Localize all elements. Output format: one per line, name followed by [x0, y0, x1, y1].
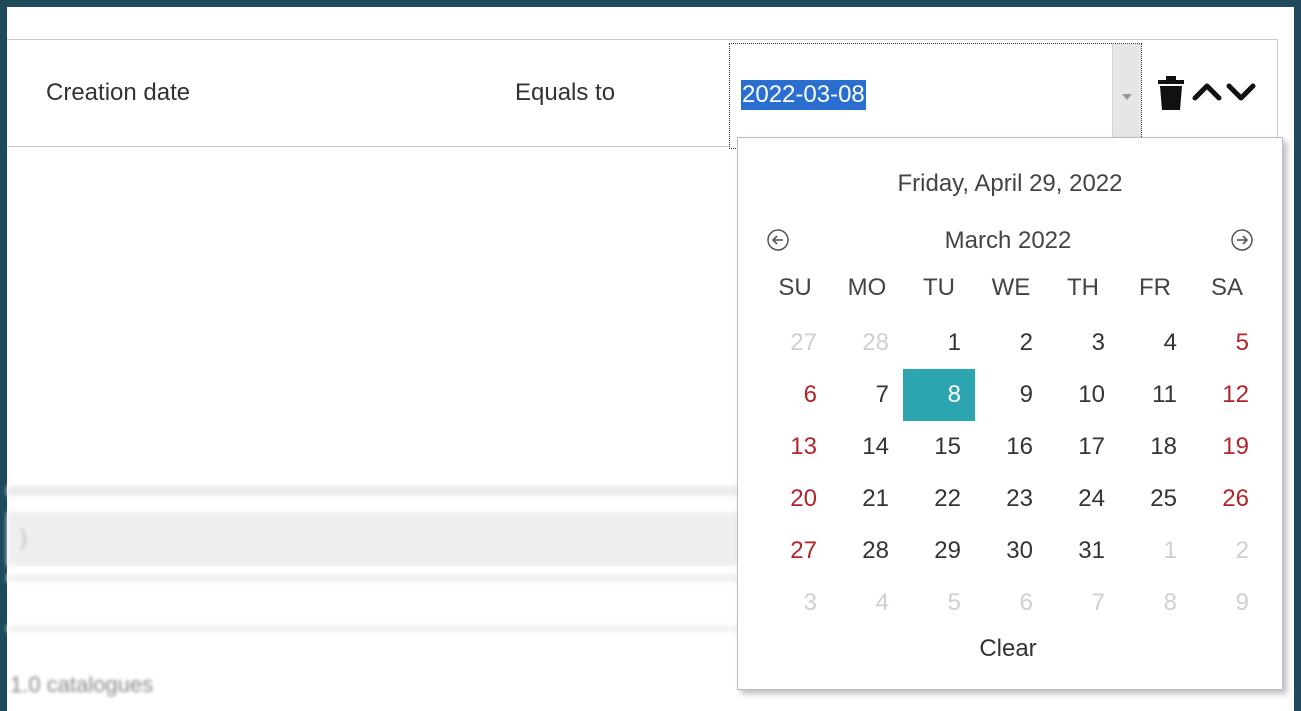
calendar-day[interactable]: 27 — [759, 525, 831, 577]
calendar-day[interactable]: 27 — [759, 317, 831, 369]
calendar-day[interactable]: 28 — [831, 525, 903, 577]
catalogue-count: 1.0 catalogues — [10, 672, 154, 697]
calendar-day[interactable]: 10 — [1047, 369, 1119, 421]
filter-operator-label[interactable]: Equals to — [515, 79, 615, 107]
calendar-day[interactable]: 4 — [831, 577, 903, 629]
calendar-day[interactable]: 5 — [1191, 317, 1263, 369]
calendar-day[interactable]: 14 — [831, 421, 903, 473]
calendar-day[interactable]: 15 — [903, 421, 975, 473]
next-month-icon[interactable] — [1230, 228, 1254, 252]
background-row — [7, 626, 747, 632]
background-row — [7, 512, 747, 566]
weekday-label: SA — [1210, 274, 1243, 301]
weekday-label: MO — [847, 274, 887, 301]
date-input-value[interactable]: 2022-03-08 — [741, 80, 866, 110]
calendar-day[interactable]: 4 — [1119, 317, 1191, 369]
calendar-day[interactable]: 6 — [975, 577, 1047, 629]
weekday-label: FR — [1139, 274, 1171, 301]
calendar-day[interactable]: 3 — [1047, 317, 1119, 369]
calendar-day[interactable]: 17 — [1047, 421, 1119, 473]
weekday-label: SU — [778, 274, 812, 301]
background-row — [7, 574, 747, 582]
weekday-header-row: SU MO TU WE TH FR SA — [759, 274, 1263, 306]
calendar-day[interactable]: 25 — [1119, 473, 1191, 525]
weekday-label: WE — [991, 274, 1031, 301]
calendar-day[interactable]: 22 — [903, 473, 975, 525]
calendar-day[interactable]: 1 — [1119, 525, 1191, 577]
calendar-day[interactable]: 20 — [759, 473, 831, 525]
chevron-down-icon[interactable] — [1226, 80, 1256, 104]
calendar-day[interactable]: 9 — [1191, 577, 1263, 629]
month-title[interactable]: March 2022 — [738, 227, 1278, 255]
calendar-day[interactable]: 13 — [759, 421, 831, 473]
date-picker-popup: Friday, April 29, 2022 March 2022 SU MO … — [737, 137, 1283, 690]
calendar-day[interactable]: 24 — [1047, 473, 1119, 525]
calendar-day[interactable]: 16 — [975, 421, 1047, 473]
calendar-day[interactable]: 1 — [903, 317, 975, 369]
calendar-day[interactable]: 9 — [975, 369, 1047, 421]
calendar-day[interactable]: 18 — [1119, 421, 1191, 473]
chevron-up-icon[interactable] — [1192, 80, 1222, 104]
calendar-day[interactable]: 3 — [759, 577, 831, 629]
calendar-day-selected[interactable]: 8 — [903, 369, 975, 421]
calendar-day[interactable]: 28 — [831, 317, 903, 369]
calendar-day[interactable]: 31 — [1047, 525, 1119, 577]
calendar-day[interactable]: 2 — [1191, 525, 1263, 577]
weekday-label: TU — [923, 274, 955, 301]
calendar-day[interactable]: 30 — [975, 525, 1047, 577]
calendar-day[interactable]: 7 — [1047, 577, 1119, 629]
filter-field-label[interactable]: Creation date — [46, 79, 190, 107]
calendar-day[interactable]: 2 — [975, 317, 1047, 369]
weekday-label: TH — [1067, 274, 1099, 301]
calendar-days-grid: 27 28 1 2 3 4 5 6 7 8 9 10 11 12 13 14 1… — [759, 317, 1263, 629]
date-input[interactable]: 2022-03-08 — [729, 43, 1142, 149]
today-date-header[interactable]: Friday, April 29, 2022 — [738, 170, 1282, 198]
calendar-day[interactable]: 7 — [831, 369, 903, 421]
calendar-day[interactable]: 29 — [903, 525, 975, 577]
calendar-day[interactable]: 12 — [1191, 369, 1263, 421]
date-dropdown-button[interactable] — [1112, 44, 1141, 148]
calendar-day[interactable]: 19 — [1191, 421, 1263, 473]
clear-button[interactable]: Clear — [738, 635, 1278, 663]
calendar-day[interactable]: 5 — [903, 577, 975, 629]
calendar-day[interactable]: 8 — [1119, 577, 1191, 629]
calendar-day[interactable]: 26 — [1191, 473, 1263, 525]
calendar-day[interactable]: 6 — [759, 369, 831, 421]
calendar-day[interactable]: 11 — [1119, 369, 1191, 421]
background-row-glyph: ) — [20, 525, 28, 550]
trash-icon[interactable] — [1157, 76, 1185, 110]
background-row — [7, 486, 747, 496]
filter-row: Creation date Equals to 2022-03-08 — [7, 39, 1278, 149]
calendar-day[interactable]: 23 — [975, 473, 1047, 525]
caret-down-icon — [1122, 94, 1132, 100]
calendar-day[interactable]: 21 — [831, 473, 903, 525]
